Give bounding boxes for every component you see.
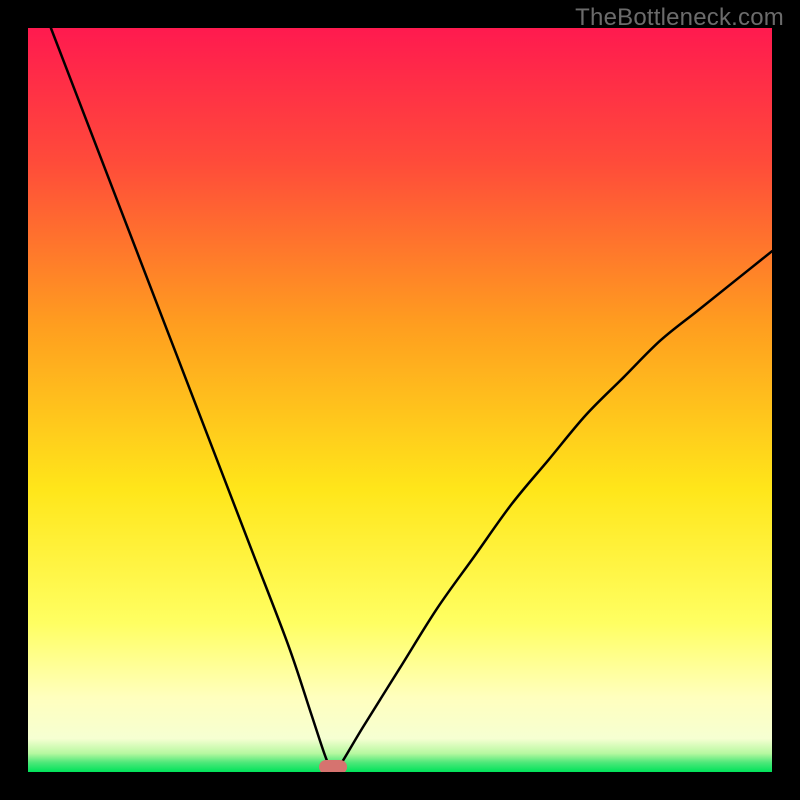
chart-frame: TheBottleneck.com — [0, 0, 800, 800]
minimum-marker — [319, 760, 347, 772]
gradient-background — [28, 28, 772, 772]
chart-svg — [28, 28, 772, 772]
plot-area — [28, 28, 772, 772]
watermark-text: TheBottleneck.com — [575, 4, 784, 32]
